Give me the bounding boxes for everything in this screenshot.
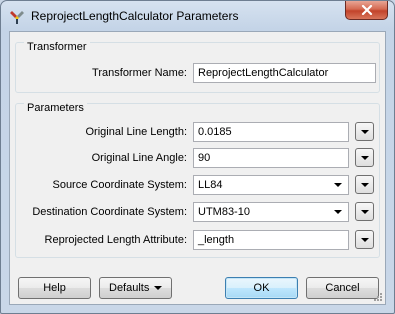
cancel-button-label: Cancel (325, 282, 360, 294)
help-button-label: Help (43, 282, 66, 294)
source-coordinate-system-label: Source Coordinate System: (52, 179, 187, 191)
destination-coordinate-system-menu-button[interactable] (355, 202, 374, 221)
transformer-name-input[interactable]: ReprojectLengthCalculator (193, 63, 376, 83)
parameters-group-title: Parameters (24, 102, 87, 114)
original-line-length-label: Original Line Length: (85, 126, 187, 138)
triangle-down-icon (361, 130, 369, 134)
defaults-button[interactable]: Defaults (99, 277, 172, 299)
triangle-down-icon (361, 183, 369, 187)
reprojected-length-attribute-menu-button[interactable] (355, 230, 374, 249)
dialog-window: ReprojectLengthCalculator Parameters Tra… (0, 0, 395, 314)
transformer-group: Transformer Transformer Name: ReprojectL… (15, 41, 380, 93)
ok-button[interactable]: OK (225, 277, 298, 299)
triangle-down-icon (361, 156, 369, 160)
original-line-length-input[interactable]: 0.0185 (193, 122, 349, 142)
window-title: ReprojectLengthCalculator Parameters (31, 9, 239, 23)
reprojected-length-attribute-input[interactable]: _length (193, 230, 349, 250)
reprojected-length-attribute-label: Reprojected Length Attribute: (44, 234, 187, 246)
resize-grip-icon[interactable] (373, 292, 383, 302)
source-coordinate-system-value: LL84 (198, 179, 223, 191)
close-button[interactable] (345, 1, 388, 20)
title-bar[interactable]: ReprojectLengthCalculator Parameters (1, 1, 394, 31)
destination-coordinate-system-label: Destination Coordinate System: (32, 206, 187, 218)
fme-workbench-icon (9, 9, 25, 25)
source-coordinate-system-menu-button[interactable] (355, 175, 374, 194)
original-line-angle-input[interactable]: 90 (193, 148, 349, 168)
cancel-button[interactable]: Cancel (306, 277, 379, 299)
triangle-down-icon (361, 238, 369, 242)
defaults-button-label: Defaults (109, 282, 150, 294)
original-line-angle-label: Original Line Angle: (91, 152, 187, 164)
triangle-down-icon (361, 210, 369, 214)
transformer-name-label: Transformer Name: (92, 67, 187, 79)
original-line-length-menu-button[interactable] (355, 122, 374, 141)
parameters-group: Parameters Original Line Length: 0.0185 … (15, 102, 380, 258)
original-line-angle-menu-button[interactable] (355, 148, 374, 167)
ok-button-label: OK (253, 282, 270, 294)
destination-coordinate-system-select[interactable]: UTM83-10 (193, 202, 349, 222)
source-coordinate-system-select[interactable]: LL84 (193, 175, 349, 195)
help-button[interactable]: Help (18, 277, 91, 299)
transformer-group-title: Transformer (24, 41, 90, 53)
triangle-down-icon (154, 286, 162, 290)
destination-coordinate-system-value: UTM83-10 (198, 206, 250, 218)
close-icon (361, 5, 373, 15)
chevron-down-icon (334, 210, 342, 214)
dialog-client-area: Transformer Transformer Name: ReprojectL… (9, 31, 386, 305)
chevron-down-icon (334, 183, 342, 187)
